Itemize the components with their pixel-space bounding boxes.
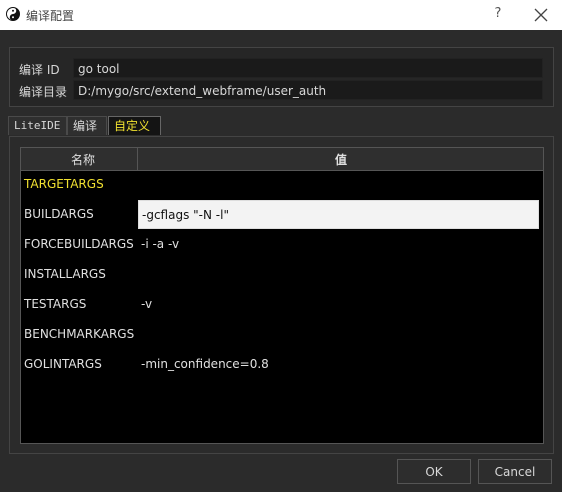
custom-tab-panel: 名称 值 TARGETARGS BUILDARGS -gcflags "-N -… <box>9 136 554 454</box>
table-row[interactable]: TESTARGS -v <box>21 290 543 320</box>
column-separator[interactable] <box>137 148 138 170</box>
yin-yang-icon <box>6 7 20 21</box>
row-key: TESTARGS <box>24 297 87 311</box>
row-key: TARGETARGS <box>24 177 104 191</box>
build-info-panel: 编译 ID go tool 编译目录 D:/mygo/src/extend_we… <box>9 47 554 107</box>
build-id-row: 编译 ID go tool <box>10 57 553 79</box>
build-id-field[interactable]: go tool <box>73 58 543 78</box>
value-edit-field[interactable]: -gcflags "-N -l" <box>138 200 539 229</box>
row-key: BUILDARGS <box>24 207 94 221</box>
close-icon[interactable] <box>531 5 551 25</box>
build-dir-field[interactable]: D:/mygo/src/extend_webframe/user_auth <box>73 80 543 100</box>
row-key: FORCEBUILDARGS <box>24 237 134 251</box>
help-button[interactable]: ? <box>488 4 508 24</box>
tab-custom[interactable]: 自定义 <box>108 116 161 135</box>
table-row[interactable]: BUILDARGS -gcflags "-N -l" <box>21 200 543 230</box>
value-column-header[interactable]: 值 <box>335 151 347 168</box>
table-row[interactable]: BENCHMARKARGS <box>21 320 543 350</box>
title-bar: 编译配置 ? <box>0 0 562 30</box>
table-row[interactable]: INSTALLARGS <box>21 260 543 290</box>
cancel-button[interactable]: Cancel <box>478 459 552 484</box>
window-title: 编译配置 <box>26 9 75 23</box>
build-dir-label: 编译目录 <box>19 85 68 99</box>
table-row[interactable]: FORCEBUILDARGS -i -a -v <box>21 230 543 260</box>
ok-button[interactable]: OK <box>397 459 471 484</box>
row-value[interactable]: -i -a -v <box>141 237 179 251</box>
table-row[interactable]: GOLINTARGS -min_confidence=0.8 <box>21 350 543 380</box>
args-table[interactable]: 名称 值 TARGETARGS BUILDARGS -gcflags "-N -… <box>20 147 544 444</box>
table-header: 名称 值 <box>21 148 543 171</box>
row-key: BENCHMARKARGS <box>24 327 135 341</box>
tab-build[interactable]: 编译 <box>67 116 107 135</box>
name-column-header[interactable]: 名称 <box>71 151 95 168</box>
build-id-label: 编译 ID <box>19 63 60 77</box>
table-row[interactable]: TARGETARGS <box>21 170 543 200</box>
row-key: GOLINTARGS <box>24 357 102 371</box>
tab-liteide[interactable]: LiteIDE <box>8 116 67 135</box>
build-dir-row: 编译目录 D:/mygo/src/extend_webframe/user_au… <box>10 79 553 101</box>
row-value[interactable]: -min_confidence=0.8 <box>141 357 269 371</box>
row-value[interactable]: -v <box>141 297 152 311</box>
row-key: INSTALLARGS <box>24 267 106 281</box>
